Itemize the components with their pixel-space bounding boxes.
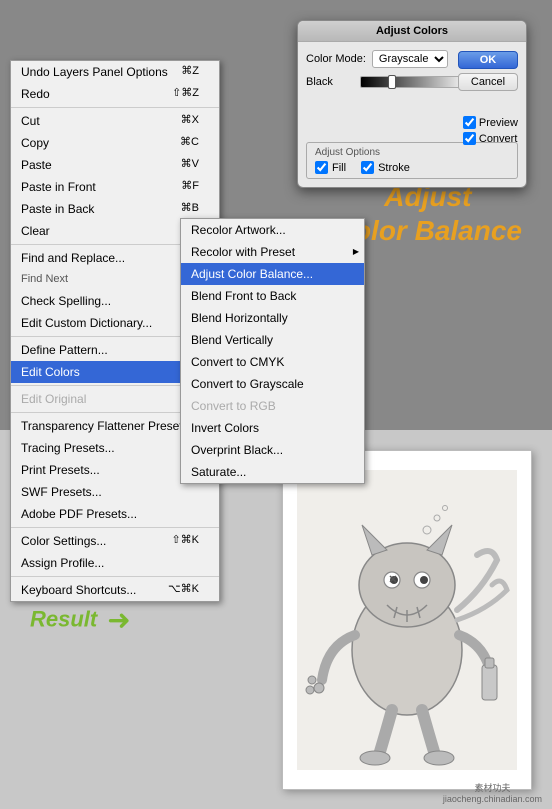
preview-label: Preview bbox=[479, 117, 518, 129]
submenu-recolor-preset[interactable]: Recolor with Preset bbox=[181, 241, 364, 263]
fill-checkbox[interactable] bbox=[315, 161, 328, 174]
result-arrow: ➜ bbox=[107, 603, 130, 636]
submenu-convert-cmyk[interactable]: Convert to CMYK bbox=[181, 351, 364, 373]
dialog-buttons: OK Cancel bbox=[458, 51, 518, 91]
stroke-label: Stroke bbox=[378, 162, 410, 174]
black-label: Black bbox=[306, 76, 356, 88]
separator-1 bbox=[11, 107, 219, 108]
top-section: Undo Layers Panel Options ⌘Z Redo ⇧⌘Z Cu… bbox=[0, 0, 552, 430]
dialog-titlebar: Adjust Colors bbox=[298, 21, 526, 42]
menu-item-color-settings[interactable]: Color Settings... ⇧⌘K bbox=[11, 530, 219, 552]
convert-label: Convert bbox=[479, 133, 518, 145]
fill-checkbox-row: Fill bbox=[315, 161, 346, 174]
submenu-convert-grayscale[interactable]: Convert to Grayscale bbox=[181, 373, 364, 395]
slider-thumb bbox=[388, 75, 396, 89]
menu-item-redo[interactable]: Redo ⇧⌘Z bbox=[11, 83, 219, 105]
submenu-convert-rgb[interactable]: Convert to RGB bbox=[181, 395, 364, 417]
submenu-blend-front-back[interactable]: Blend Front to Back bbox=[181, 285, 364, 307]
submenu-blend-vertically[interactable]: Blend Vertically bbox=[181, 329, 364, 351]
stroke-checkbox[interactable] bbox=[361, 161, 374, 174]
submenu-recolor-artwork[interactable]: Recolor Artwork... bbox=[181, 219, 364, 241]
stroke-checkbox-row: Stroke bbox=[361, 161, 410, 174]
menu-item-assign-profile[interactable]: Assign Profile... bbox=[11, 552, 219, 574]
preview-check-item: Preview bbox=[463, 116, 518, 129]
convert-checkbox[interactable] bbox=[463, 132, 476, 145]
adjust-options-title: Adjust Options bbox=[315, 147, 509, 158]
submenu-edit-colors: Recolor Artwork... Recolor with Preset A… bbox=[180, 218, 365, 484]
convert-check-item: Convert bbox=[463, 132, 518, 145]
adjust-options: Adjust Options Fill Stroke bbox=[306, 142, 518, 179]
submenu-saturate[interactable]: Saturate... bbox=[181, 461, 364, 483]
ok-button[interactable]: OK bbox=[458, 51, 518, 69]
menu-item-paste-back[interactable]: Paste in Back ⌘B bbox=[11, 198, 219, 220]
submenu-invert-colors[interactable]: Invert Colors bbox=[181, 417, 364, 439]
separator-6 bbox=[11, 527, 219, 528]
submenu-blend-horizontally[interactable]: Blend Horizontally bbox=[181, 307, 364, 329]
artwork-canvas bbox=[282, 450, 532, 790]
color-mode-select[interactable]: Grayscale bbox=[372, 50, 448, 68]
color-mode-label: Color Mode: bbox=[306, 53, 366, 65]
cancel-button[interactable]: Cancel bbox=[458, 73, 518, 91]
black-slider[interactable] bbox=[360, 76, 470, 88]
menu-item-undo[interactable]: Undo Layers Panel Options ⌘Z bbox=[11, 61, 219, 83]
monster-illustration bbox=[297, 470, 517, 770]
menu-item-paste-front[interactable]: Paste in Front ⌘F bbox=[11, 176, 219, 198]
submenu-adjust-color-balance[interactable]: Adjust Color Balance... bbox=[181, 263, 364, 285]
right-checkboxes: Preview Convert bbox=[463, 116, 518, 145]
preview-checkbox[interactable] bbox=[463, 116, 476, 129]
menu-item-pdf-presets[interactable]: Adobe PDF Presets... bbox=[11, 503, 219, 525]
separator-7 bbox=[11, 576, 219, 577]
fill-label: Fill bbox=[332, 162, 346, 174]
menu-item-paste[interactable]: Paste ⌘V bbox=[11, 154, 219, 176]
watermark: 素材功夫 jiaocheng.chinadian.com bbox=[443, 781, 542, 804]
menu-item-copy[interactable]: Copy ⌘C bbox=[11, 132, 219, 154]
adjust-colors-dialog: Adjust Colors Color Mode: Grayscale Blac… bbox=[297, 20, 527, 188]
submenu-overprint-black[interactable]: Overprint Black... bbox=[181, 439, 364, 461]
result-label: Result ➜ bbox=[30, 603, 131, 636]
menu-item-cut[interactable]: Cut ⌘X bbox=[11, 110, 219, 132]
menu-item-keyboard-shortcuts[interactable]: Keyboard Shortcuts... ⌥⌘K bbox=[11, 579, 219, 601]
result-text: Result bbox=[30, 607, 97, 633]
